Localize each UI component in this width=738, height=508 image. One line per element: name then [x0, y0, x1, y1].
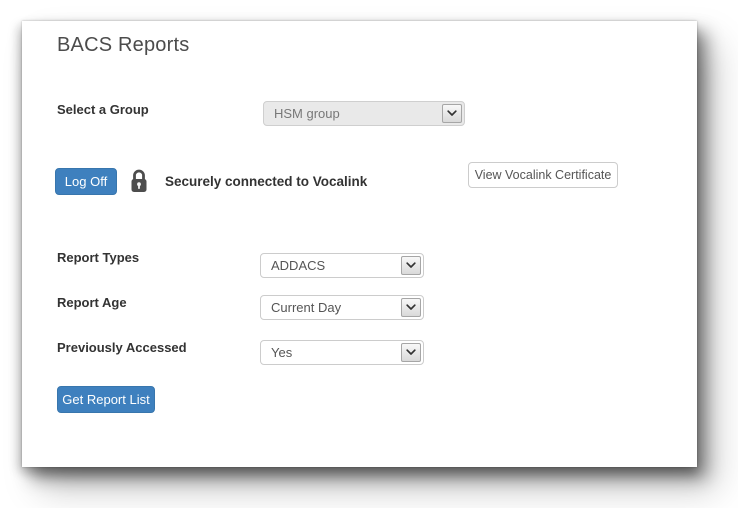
bacs-reports-panel: BACS Reports Select a Group HSM group Lo…	[22, 21, 697, 467]
chevron-down-icon	[442, 104, 462, 123]
report-types-label: Report Types	[57, 251, 139, 265]
select-a-group-label: Select a Group	[57, 103, 149, 117]
log-off-button[interactable]: Log Off	[55, 168, 117, 195]
group-select[interactable]: HSM group	[263, 101, 465, 126]
report-age-select-value: Current Day	[271, 300, 341, 315]
view-vocalink-certificate-button[interactable]: View Vocalink Certificate	[468, 162, 618, 188]
previously-accessed-select[interactable]: Yes	[260, 340, 424, 365]
report-types-select-value: ADDACS	[271, 258, 325, 273]
get-report-list-button[interactable]: Get Report List	[57, 386, 155, 413]
report-types-select[interactable]: ADDACS	[260, 253, 424, 278]
group-select-value: HSM group	[274, 106, 340, 121]
page-title: BACS Reports	[57, 34, 189, 57]
previously-accessed-label: Previously Accessed	[57, 341, 187, 355]
lock-icon	[129, 168, 149, 195]
report-age-select[interactable]: Current Day	[260, 295, 424, 320]
chevron-down-icon	[401, 343, 421, 362]
chevron-down-icon	[401, 298, 421, 317]
secure-connection-status: Securely connected to Vocalink	[165, 174, 367, 189]
report-age-label: Report Age	[57, 296, 127, 310]
session-bar: Log Off Securely connected to Vocalink	[55, 167, 367, 195]
page-background: BACS Reports Select a Group HSM group Lo…	[0, 0, 738, 508]
previously-accessed-select-value: Yes	[271, 345, 292, 360]
chevron-down-icon	[401, 256, 421, 275]
